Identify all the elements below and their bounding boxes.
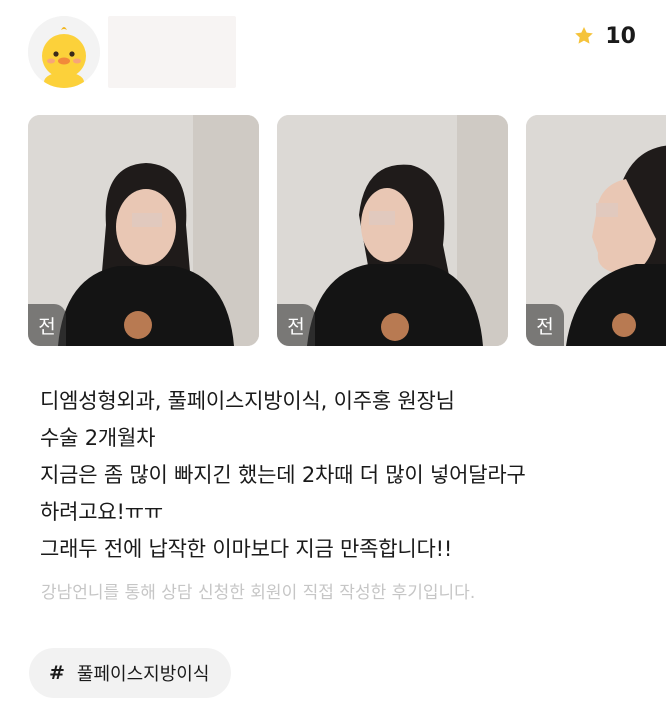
review-line: 그래두 전에 납작한 이마보다 지금 만족합니다!! [40,537,453,561]
review-source-note: 강남언니를 통해 상담 신청한 회원이 직접 작성한 후기입니다. [41,583,476,603]
review-line: 수술 2개월차 [40,426,156,450]
review-line: 하려고요!ㅠㅠ [40,500,163,524]
rating-value: 10 [605,23,636,49]
review-line: 디엠성형외과, 풀페이스지방이식, 이주홍 원장님 [40,389,455,413]
star-icon [575,27,594,44]
before-badge: 전 [526,304,564,346]
username-blurred [108,16,236,88]
before-badge: 전 [28,304,66,346]
review-line: 지금은 좀 많이 빠지긴 했는데 2차때 더 많이 넣어달라구 [40,463,526,487]
review-body: 디엠성형외과, 풀페이스지방이식, 이주홍 원장님 수술 2개월차 지금은 좀 … [40,383,640,568]
hashtag-label: 풀페이스지방이식 [76,664,210,685]
photo-before-three-quarter[interactable]: 전 [277,115,508,346]
rating: 10 [573,22,636,50]
hashtag-symbol: # [49,662,65,684]
avatar[interactable] [28,16,100,88]
before-badge: 전 [277,304,315,346]
photo-carousel[interactable]: 전 전 전 [28,115,666,347]
photo-before-profile[interactable]: 전 [526,115,666,346]
hashtag-chip[interactable]: # 풀페이스지방이식 [29,648,232,698]
duck-avatar-icon [28,16,100,88]
photo-before-front[interactable]: 전 [28,115,259,346]
